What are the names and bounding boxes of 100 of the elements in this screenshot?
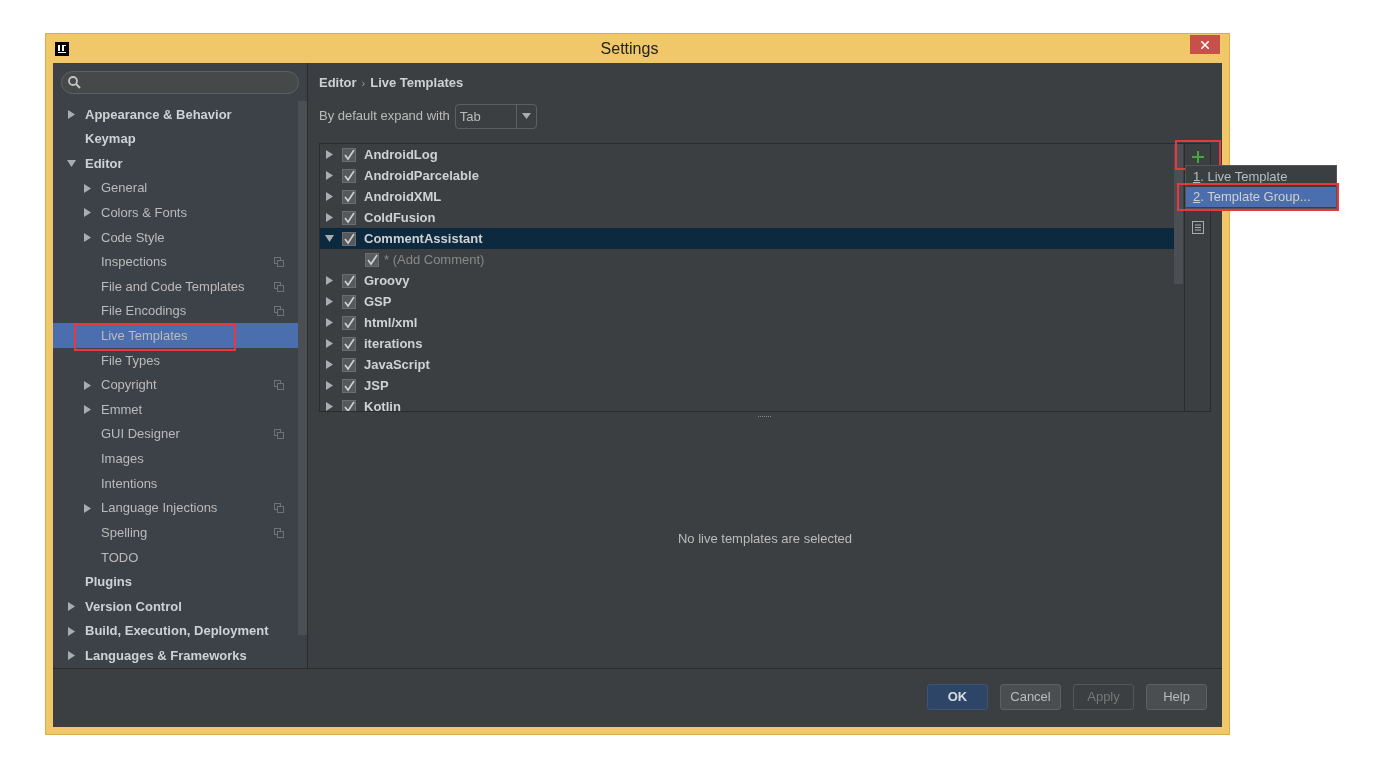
dialog-button[interactable]: OK (927, 683, 988, 710)
sidebar-item[interactable]: File and Code Templates (53, 274, 298, 299)
collapsed-arrow-icon[interactable] (67, 602, 76, 611)
sidebar-item[interactable]: Colors & Fonts (53, 200, 298, 226)
checkbox[interactable] (342, 210, 356, 225)
sidebar-item[interactable]: Copyright (53, 372, 298, 398)
checkbox[interactable] (342, 336, 356, 351)
copy-icon (274, 380, 284, 390)
sidebar-item[interactable]: Languages & Frameworks (53, 643, 298, 668)
sidebar-item[interactable]: Plugins (53, 569, 298, 595)
sidebar-item[interactable]: GUI Designer (53, 421, 298, 447)
collapsed-arrow-icon[interactable] (67, 651, 76, 661)
expanded-arrow-icon[interactable] (325, 234, 334, 243)
sidebar-item[interactable]: Images (53, 446, 298, 472)
dialog-button[interactable]: Cancel (1000, 683, 1061, 710)
sidebar-item[interactable]: General (53, 175, 298, 201)
checkbox[interactable] (342, 294, 356, 309)
copy-icon (274, 527, 284, 538)
collapsed-arrow-icon[interactable] (67, 626, 76, 636)
sidebar-item[interactable]: TODO (53, 544, 298, 570)
close-button[interactable] (1190, 35, 1220, 54)
sidebar-item-label: Plugins (85, 573, 132, 592)
sidebar-item[interactable]: Spelling (53, 520, 298, 545)
checkbox[interactable] (342, 168, 356, 183)
search-field[interactable] (61, 71, 299, 94)
sidebar-item[interactable]: Keymap (53, 126, 298, 152)
sidebar-item[interactable]: Inspections (53, 249, 298, 275)
sidebar-item[interactable]: Appearance & Behavior (53, 102, 298, 127)
sidebar-item[interactable]: Emmet (53, 397, 298, 422)
template-group-row[interactable]: AndroidXML (320, 186, 1174, 207)
expanded-arrow-icon[interactable] (67, 159, 76, 168)
add-icon (1191, 151, 1204, 163)
menu-item[interactable]: 1. Live Template (1186, 167, 1336, 187)
expand-with-dropdown[interactable]: Tab (454, 103, 537, 129)
template-group-row[interactable]: ColdFusion (320, 207, 1174, 228)
template-group-label: AndroidLog (364, 145, 438, 164)
template-group-label: html/xml (364, 313, 418, 332)
collapsed-arrow-icon[interactable] (325, 297, 334, 306)
template-group-row[interactable]: Groovy (320, 270, 1174, 291)
collapsed-arrow-icon[interactable] (325, 318, 334, 327)
checkbox[interactable] (342, 378, 356, 393)
template-group-label: CommentAssistant (364, 229, 483, 248)
checkbox[interactable] (342, 315, 356, 330)
collapsed-arrow-icon[interactable] (83, 503, 92, 513)
collapsed-arrow-icon[interactable] (67, 109, 76, 119)
sidebar-item[interactable]: File Types (53, 348, 298, 373)
collapsed-arrow-icon[interactable] (325, 402, 334, 411)
template-group-label: ColdFusion (364, 208, 436, 227)
sidebar-item[interactable]: Version Control (53, 594, 298, 619)
collapsed-arrow-icon[interactable] (325, 360, 334, 369)
template-group-row[interactable]: GSP (320, 291, 1174, 312)
dropdown-arrow-icon (521, 113, 531, 119)
collapsed-arrow-icon[interactable] (325, 276, 334, 285)
collapsed-arrow-icon[interactable] (325, 339, 334, 348)
sidebar-item[interactable]: Intentions (53, 471, 298, 496)
sidebar-item-label: Intentions (101, 474, 158, 493)
collapsed-arrow-icon[interactable] (83, 380, 92, 390)
checkbox[interactable] (342, 189, 356, 204)
checkbox[interactable] (342, 231, 356, 246)
template-row[interactable]: * (Add Comment) (320, 249, 1174, 270)
scrollbar[interactable] (1174, 144, 1183, 284)
template-group-row[interactable]: JavaScript (320, 354, 1174, 375)
splitter-handle-icon[interactable] (758, 414, 772, 418)
document-icon[interactable] (1191, 221, 1204, 234)
template-group-row[interactable]: CommentAssistant (320, 228, 1174, 249)
template-group-row[interactable]: JSP (320, 375, 1174, 396)
collapsed-arrow-icon[interactable] (83, 183, 92, 193)
collapsed-arrow-icon[interactable] (325, 192, 334, 201)
sidebar-item-label: Colors & Fonts (101, 204, 187, 222)
collapsed-arrow-icon[interactable] (325, 150, 334, 159)
checkbox[interactable] (342, 147, 356, 162)
collapsed-arrow-icon[interactable] (83, 232, 92, 242)
dialog-button[interactable]: Help (1146, 683, 1207, 710)
search-icon (68, 76, 81, 89)
collapsed-arrow-icon[interactable] (325, 381, 334, 390)
checkbox[interactable] (342, 399, 356, 411)
sidebar-item[interactable]: File Encodings (53, 298, 298, 324)
sidebar-item-label: File Encodings (101, 302, 187, 321)
template-group-row[interactable]: AndroidParcelable (320, 165, 1174, 186)
collapsed-arrow-icon[interactable] (83, 405, 92, 415)
template-group-row[interactable]: iterations (320, 333, 1174, 354)
template-group-label: AndroidParcelable (364, 166, 479, 185)
sidebar-item-label: Emmet (101, 400, 143, 419)
sidebar-item-label: Version Control (85, 597, 182, 616)
collapsed-arrow-icon[interactable] (325, 213, 334, 222)
collapsed-arrow-icon[interactable] (325, 171, 334, 180)
sidebar-item[interactable]: Language Injections (53, 495, 298, 521)
sidebar-item[interactable]: Code Style (53, 225, 298, 250)
sidebar-item[interactable]: Build, Execution, Deployment (53, 618, 298, 644)
template-group-row[interactable]: AndroidLog (320, 144, 1174, 165)
checkbox[interactable] (342, 273, 356, 288)
template-group-row[interactable]: Kotlin (320, 396, 1174, 411)
checkbox[interactable] (365, 252, 379, 267)
sidebar-item-label: Build, Execution, Deployment (85, 622, 269, 641)
sidebar-item[interactable]: Editor (53, 151, 298, 176)
scrollbar[interactable] (298, 101, 307, 635)
collapsed-arrow-icon[interactable] (83, 208, 92, 218)
checkbox[interactable] (342, 357, 356, 372)
template-group-row[interactable]: html/xml (320, 312, 1174, 333)
menu-item[interactable]: 2. Template Group... (1186, 187, 1336, 207)
